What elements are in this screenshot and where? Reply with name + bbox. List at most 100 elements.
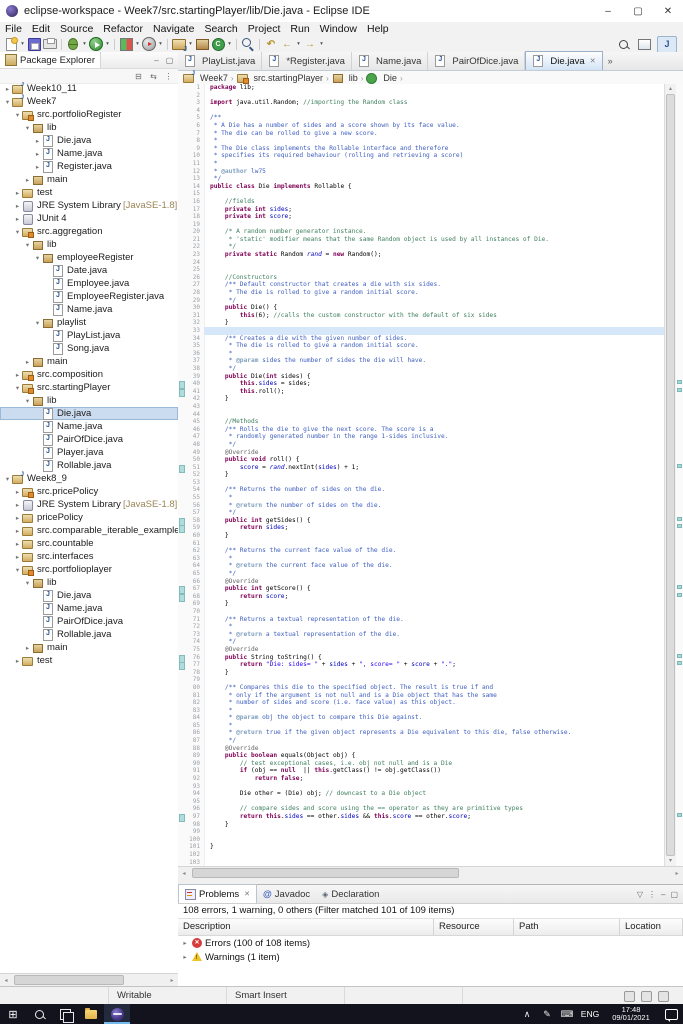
notifications-icon[interactable]	[659, 1008, 683, 1022]
tree-expand-icon[interactable]: ▸	[33, 137, 42, 145]
tree-expand-icon[interactable]: ▸	[23, 176, 32, 184]
tree-expand-icon[interactable]: ▾	[3, 98, 12, 106]
status-bar-icon[interactable]	[641, 990, 652, 1002]
code-line[interactable]: 89 public boolean equals(Object obj) {	[178, 752, 665, 760]
code-line[interactable]: 80 /** Compares this die to the specifie…	[178, 684, 665, 692]
tree-item[interactable]: Name.java	[0, 420, 178, 433]
minimize-view-icon[interactable]: –	[151, 56, 162, 65]
tree-item[interactable]: ▸ test	[0, 186, 178, 199]
tree-item[interactable]: ▾ lib	[0, 576, 178, 589]
tree-item[interactable]: ▸ pricePolicy	[0, 511, 178, 524]
quick-access-search-icon[interactable]	[615, 37, 631, 52]
menu-search[interactable]: Search	[199, 23, 242, 35]
column-header-path[interactable]: Path	[514, 919, 620, 935]
tree-expand-icon[interactable]: ▸	[23, 358, 32, 366]
code-line[interactable]: 102	[178, 851, 665, 859]
code-line[interactable]: 45 //Methods	[178, 418, 665, 426]
debug-button[interactable]	[65, 37, 81, 52]
code-line[interactable]: 17 private int sides;	[178, 206, 665, 214]
code-line[interactable]: 93	[178, 783, 665, 791]
tree-item[interactable]: Date.java	[0, 264, 178, 277]
overview-marker[interactable]	[677, 387, 682, 392]
code-line[interactable]: 34 /** Creates a die with the given numb…	[178, 335, 665, 343]
code-line[interactable]: 91 if (obj == null || this.getClass() !=…	[178, 767, 665, 775]
tree-item[interactable]: ▸ JRE System Library [JavaSE-1.8]	[0, 199, 178, 212]
close-button[interactable]: ✕	[653, 0, 683, 22]
tree-expand-icon[interactable]: ▸	[13, 189, 22, 197]
tree-item[interactable]: ▸ Week10_11	[0, 82, 178, 95]
code-line[interactable]: 3 import java.util.Random; //importing th…	[178, 99, 665, 107]
problems-row[interactable]: ▸ Errors (100 of 108 items)	[178, 936, 683, 950]
code-line[interactable]: 98 }	[178, 821, 665, 829]
tree-item[interactable]: ▾ lib	[0, 121, 178, 134]
tree-item[interactable]: Name.java	[0, 303, 178, 316]
code-line[interactable]: 48 */	[178, 441, 665, 449]
view-menu-icon[interactable]: ⋮	[648, 890, 656, 899]
tree-item[interactable]: Name.java	[0, 602, 178, 615]
code-line[interactable]: 77 return "Die: sides= " + sides + ", sc…	[178, 661, 665, 669]
view-menu-icon[interactable]: ⋮	[163, 72, 174, 81]
tree-expand-icon[interactable]: ▾	[13, 566, 22, 574]
tree-expand-icon[interactable]: ▸	[33, 150, 42, 158]
code-line[interactable]: 74 */	[178, 638, 665, 646]
view-tab-declaration[interactable]: ◈ Declaration	[316, 885, 385, 903]
task-view-button[interactable]	[52, 1004, 78, 1024]
code-line[interactable]: 30 public Die() {	[178, 304, 665, 312]
expand-arrow-icon[interactable]: ▸	[181, 953, 189, 961]
code-line[interactable]: 75 @Override	[178, 646, 665, 654]
code-line[interactable]: 86 * @return true if the given object re…	[178, 729, 665, 737]
code-line[interactable]: 81 * only if the argument is not null an…	[178, 692, 665, 700]
open-perspective-button[interactable]	[634, 36, 654, 53]
tree-expand-icon[interactable]: ▸	[3, 85, 12, 93]
code-line[interactable]: 12 * @author lw75	[178, 168, 665, 176]
tree-expand-icon[interactable]: ▸	[33, 163, 42, 171]
code-line[interactable]: 38 */	[178, 365, 665, 373]
overview-marker[interactable]	[677, 463, 682, 468]
language-indicator[interactable]: ENG	[577, 1009, 603, 1019]
editor-tab[interactable]: *Register.java	[262, 52, 352, 70]
scroll-up-icon[interactable]: ▴	[665, 84, 676, 94]
status-bar-icon[interactable]	[658, 990, 669, 1002]
tree-item[interactable]: PairOfDice.java	[0, 433, 178, 446]
scrollbar-track[interactable]	[12, 974, 166, 986]
scroll-left-icon[interactable]: ◂	[0, 977, 12, 984]
tree-item[interactable]: ▸ Name.java	[0, 147, 178, 160]
code-line[interactable]: 68 return score;	[178, 593, 665, 601]
code-line[interactable]: 25	[178, 266, 665, 274]
code-line[interactable]: 46 /** Rolls the die to give the next sc…	[178, 426, 665, 434]
code-line[interactable]: 58 public int getSides() {	[178, 517, 665, 525]
tree-item[interactable]: Die.java	[0, 589, 178, 602]
taskbar-eclipse-button[interactable]	[104, 1004, 130, 1024]
scroll-down-icon[interactable]: ▾	[665, 856, 676, 866]
code-line[interactable]: 43	[178, 403, 665, 411]
external-tools-button[interactable]	[141, 37, 157, 52]
new-class-button[interactable]	[210, 37, 226, 52]
overview-marker[interactable]	[677, 516, 682, 521]
breadcrumb-item[interactable]: Die	[366, 72, 397, 84]
menu-source[interactable]: Source	[55, 23, 98, 35]
tree-item[interactable]: ▸ src.comparable_iterable_example	[0, 524, 178, 537]
code-line[interactable]: 28 * The die is rolled to give a random …	[178, 289, 665, 297]
scroll-right-icon[interactable]: ▸	[166, 977, 178, 984]
code-line[interactable]: 70	[178, 608, 665, 616]
code-line[interactable]: 16 //fields	[178, 198, 665, 206]
code-line[interactable]: 42 }	[178, 395, 665, 403]
coverage-button[interactable]	[118, 37, 134, 52]
tree-expand-icon[interactable]: ▾	[23, 124, 32, 132]
tree-item[interactable]: Song.java	[0, 342, 178, 355]
tree-expand-icon[interactable]: ▾	[33, 319, 42, 327]
tree-item[interactable]: Rollable.java	[0, 628, 178, 641]
code-line[interactable]: 71 /** Returns a textual representation …	[178, 616, 665, 624]
view-tab-problems[interactable]: Problems ✕	[178, 884, 257, 903]
code-line[interactable]: 69 }	[178, 600, 665, 608]
tree-item[interactable]: ▾ src.startingPlayer	[0, 381, 178, 394]
code-line[interactable]: 95	[178, 798, 665, 806]
tree-expand-icon[interactable]: ▾	[23, 241, 32, 249]
scrollbar-thumb[interactable]	[14, 975, 124, 985]
code-line[interactable]: 24	[178, 259, 665, 267]
file-explorer-button[interactable]	[78, 1004, 104, 1024]
tree-expand-icon[interactable]: ▾	[23, 579, 32, 587]
tree-item[interactable]: ▸ Die.java	[0, 134, 178, 147]
save-button[interactable]	[26, 37, 42, 52]
tree-item[interactable]: ▾ src.aggregation	[0, 225, 178, 238]
